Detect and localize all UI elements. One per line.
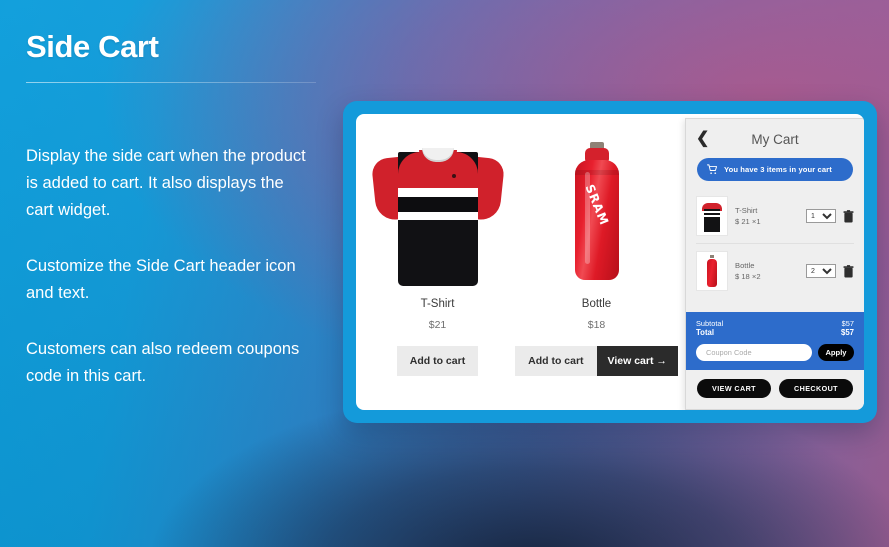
quantity-select[interactable]: 1 [806,209,836,223]
tshirt-image [370,128,505,288]
page-title: Side Cart [26,29,159,64]
product-name: Bottle [581,298,612,310]
cart-notice-banner[interactable]: You have 3 items in your cart [697,158,853,181]
description-paragraph-3: Customers can also redeem coupons code i… [26,340,300,386]
side-cart-panel: ❮ My Cart You have 3 items in your cart [685,118,864,410]
total-label: Total [696,328,715,337]
subtotal-label: Subtotal [696,319,724,328]
coupon-row: Apply [696,344,854,361]
cart-item-name: T-Shirt [735,205,758,215]
cart-action-buttons: VIEW CART CHECKOUT [686,370,864,409]
product-grid: T-Shirt $21 Add to cart SRAM Bottle $18 … [356,114,694,410]
quantity-select[interactable]: 2 [806,264,836,278]
description-paragraph-2: Customize the Side Cart header icon and … [26,257,296,303]
side-cart-header: ❮ My Cart [686,119,864,153]
cart-item-price: $ 18 ×2 [735,272,761,281]
product-card-bottle[interactable]: SRAM Bottle $18 Add to cart View cart → [515,128,678,376]
side-cart-items: T-Shirt $ 21 ×1 1 Bottle $ 18 ×2 2 [686,181,864,312]
screenshot-frame: T-Shirt $21 Add to cart SRAM Bottle $18 … [343,101,877,423]
bottle-image: SRAM [529,128,664,288]
cart-item-name: Bottle [735,260,755,270]
side-cart-title: My Cart [751,131,799,147]
description-block: Display the side cart when the product i… [26,143,326,390]
view-cart-button[interactable]: View cart → [596,346,678,376]
shop-screen: T-Shirt $21 Add to cart SRAM Bottle $18 … [356,114,864,410]
add-to-cart-button[interactable]: Add to cart [396,346,479,376]
product-card-tshirt[interactable]: T-Shirt $21 Add to cart [370,128,505,376]
add-to-cart-button[interactable]: Add to cart [515,346,597,376]
trash-icon[interactable] [843,264,854,278]
coupon-code-input[interactable] [696,344,812,361]
description-paragraph-1: Display the side cart when the product i… [26,147,306,220]
title-divider [26,82,316,84]
cart-notice-text: You have 3 items in your cart [724,165,832,174]
product-name: T-Shirt [420,298,455,310]
cart-totals: Subtotal $57 Total $57 Apply [686,312,864,370]
tshirt-thumb [696,196,728,236]
cart-item-price: $ 21 ×1 [735,217,761,226]
total-value: $57 [840,328,854,337]
checkout-button[interactable]: CHECKOUT [779,379,853,398]
shopping-cart-icon [707,164,718,174]
back-chevron-icon[interactable]: ❮ [696,131,714,147]
total-row: Total $57 [696,328,854,337]
bottle-thumb [696,251,728,291]
product-price: $18 [587,319,606,331]
intro-column: Side Cart Display the side cart when the… [26,29,326,390]
subtotal-row: Subtotal $57 [696,319,854,328]
apply-coupon-button[interactable]: Apply [818,344,854,361]
cart-line-item: T-Shirt $ 21 ×1 1 [696,189,854,243]
cart-line-item: Bottle $ 18 ×2 2 [696,243,854,298]
trash-icon[interactable] [843,209,854,223]
subtotal-value: $57 [841,319,854,328]
view-cart-button[interactable]: VIEW CART [697,379,771,398]
product-price: $21 [428,319,447,331]
